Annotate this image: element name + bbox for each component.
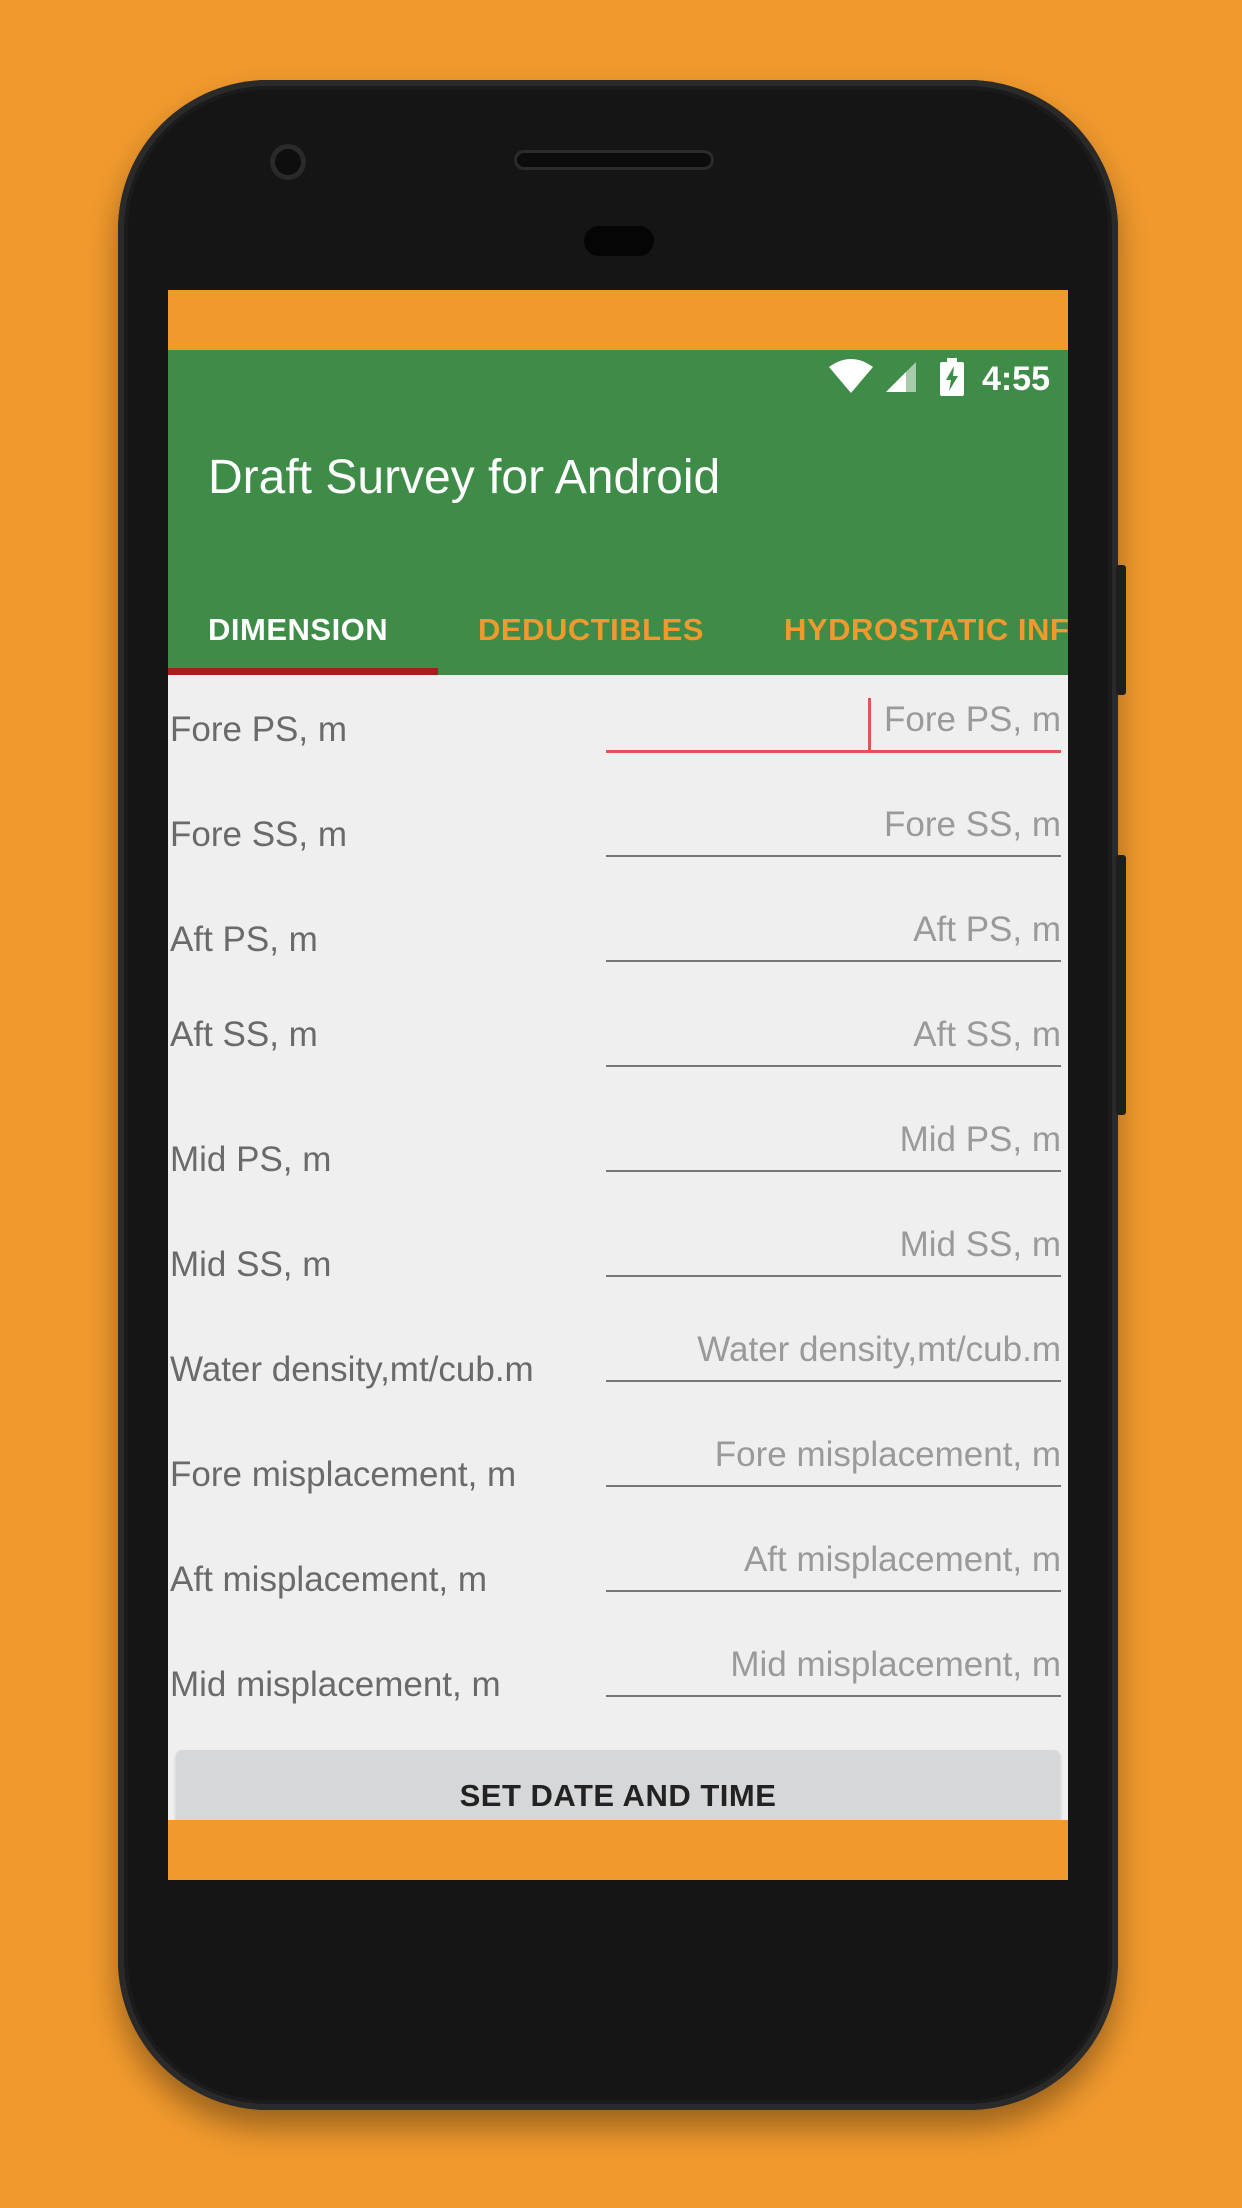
mid-ss-input[interactable] (606, 1215, 1061, 1277)
field-label: Mid SS, m (170, 1245, 332, 1284)
status-time: 4:55 (981, 359, 1050, 398)
power-button (1116, 565, 1126, 695)
earpiece-speaker (514, 150, 714, 170)
fore-misplacement-input[interactable] (606, 1425, 1061, 1487)
field-label: Mid misplacement, m (170, 1665, 501, 1704)
app-bar: 4:55 Draft Survey for Android DIMENSION … (168, 350, 1068, 675)
app-window: 4:55 Draft Survey for Android DIMENSION … (168, 350, 1068, 1820)
aft-ps-input[interactable] (606, 900, 1061, 962)
mid-ps-input[interactable] (606, 1110, 1061, 1172)
field-row: Fore SS, m (168, 785, 1068, 885)
fore-ss-input[interactable] (606, 795, 1061, 857)
set-date-time-button[interactable]: SET DATE AND TIME (176, 1750, 1060, 1820)
fore-ps-input[interactable] (606, 690, 1061, 753)
field-row: Fore PS, m (168, 680, 1068, 780)
mid-misplacement-input[interactable] (606, 1635, 1061, 1697)
field-row: Mid misplacement, m (168, 1625, 1068, 1725)
tab-dimension[interactable]: DIMENSION (208, 590, 388, 670)
field-row: Aft misplacement, m (168, 1520, 1068, 1620)
field-label: Mid PS, m (170, 1140, 332, 1179)
volume-button (1116, 855, 1126, 1115)
field-row: Mid PS, m (168, 1100, 1068, 1200)
battery-charging-icon (939, 357, 964, 401)
field-label: Aft SS, m (170, 1015, 318, 1054)
wifi-icon (828, 358, 874, 400)
tab-indicator (168, 668, 438, 675)
field-row: Aft SS, m (168, 995, 1068, 1095)
app-title: Draft Survey for Android (208, 451, 721, 504)
field-row: Fore misplacement, m (168, 1415, 1068, 1515)
tab-hydrostatic[interactable]: HYDROSTATIC INF (784, 590, 1068, 670)
aft-ss-input[interactable] (606, 1005, 1061, 1067)
signal-icon (884, 360, 918, 399)
field-row: Aft PS, m (168, 890, 1068, 990)
tab-deductibles[interactable]: DEDUCTIBLES (478, 590, 704, 670)
status-bar: 4:55 (828, 357, 1050, 401)
front-camera (270, 144, 306, 180)
field-row: Mid SS, m (168, 1205, 1068, 1305)
field-label: Water density,mt/cub.m (170, 1350, 534, 1389)
field-label: Fore misplacement, m (170, 1455, 517, 1494)
proximity-sensor (584, 226, 654, 256)
tab-bar: DIMENSION DEDUCTIBLES HYDROSTATIC INF (168, 590, 1068, 675)
aft-misplacement-input[interactable] (606, 1530, 1061, 1592)
field-label: Aft misplacement, m (170, 1560, 488, 1599)
field-row: Water density,mt/cub.m (168, 1310, 1068, 1410)
water-density-input[interactable] (606, 1320, 1061, 1382)
field-label: Fore SS, m (170, 815, 347, 854)
field-label: Fore PS, m (170, 710, 347, 749)
screen: 4:55 Draft Survey for Android DIMENSION … (168, 290, 1068, 1880)
field-label: Aft PS, m (170, 920, 318, 959)
text-cursor (868, 698, 871, 750)
